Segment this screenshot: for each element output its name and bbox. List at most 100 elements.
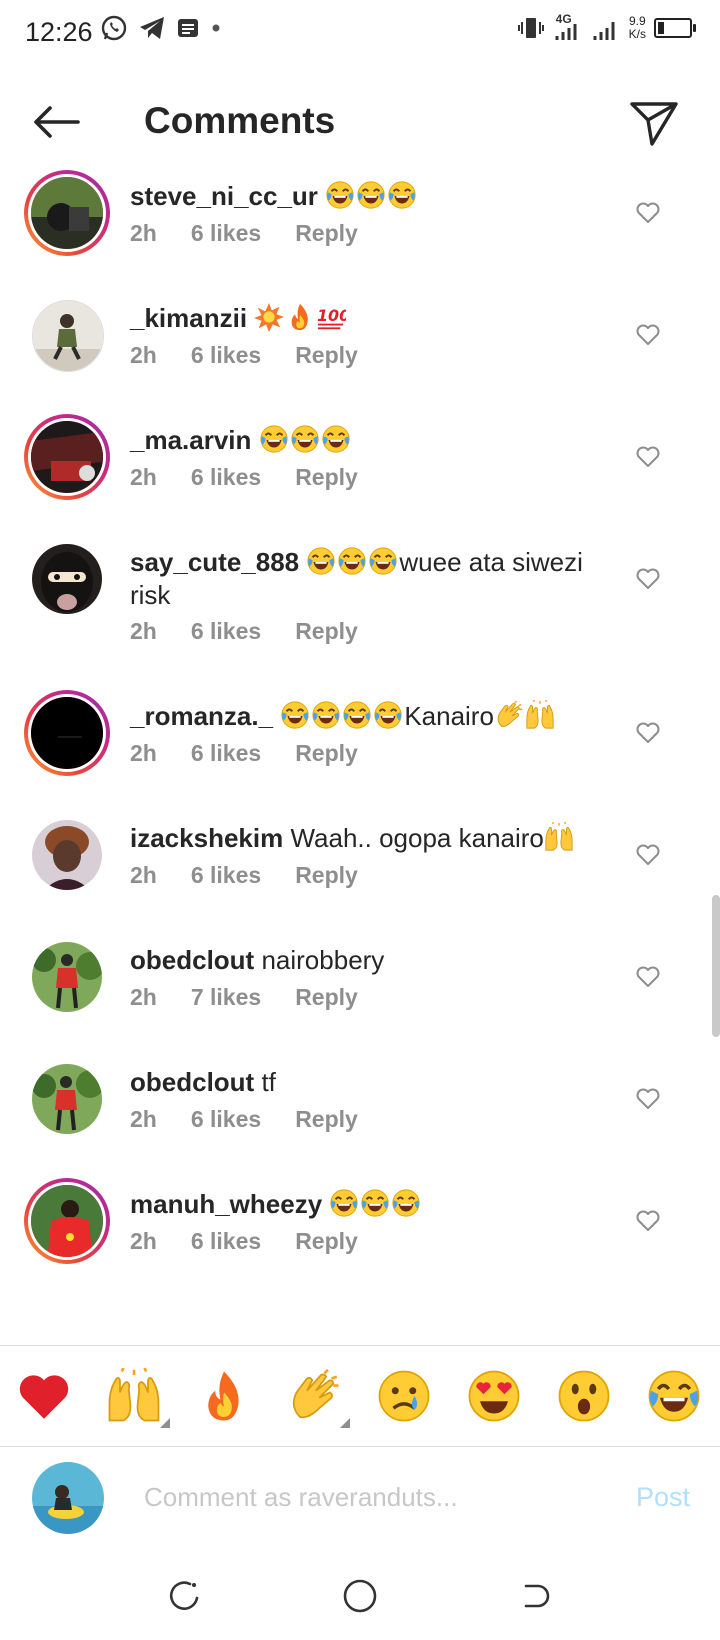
reply-button[interactable]: Reply [295,220,358,246]
reply-button[interactable]: Reply [295,984,358,1010]
tears-of-joy-emoji [368,546,398,576]
comment-username[interactable]: obedclout [130,945,254,975]
comment-time: 2h [130,740,157,766]
battery-icon [654,18,696,38]
avatar-story-ring[interactable] [24,1178,110,1264]
clapping-hands-emoji-button[interactable] [286,1368,342,1424]
share-send-icon[interactable] [626,94,682,150]
comment-text: Waah.. ogopa kanairo [290,823,544,853]
comment-username[interactable]: say_cute_888 [130,547,299,577]
like-heart-icon[interactable] [634,320,662,348]
avatar [28,694,106,772]
tears-of-joy-emoji [325,180,355,210]
tears-of-joy-emoji [259,424,289,454]
like-heart-icon[interactable] [634,198,662,226]
crying-face-emoji-button[interactable] [376,1368,432,1424]
comment-time: 2h [130,342,157,368]
like-heart-icon[interactable] [634,564,662,592]
like-heart-icon[interactable] [634,840,662,868]
whatsapp-icon [101,15,127,41]
back-nav-icon[interactable] [512,1572,560,1620]
raising-hands-emoji-button[interactable] [106,1368,162,1424]
tears-of-joy-emoji [329,1188,359,1218]
tears-of-joy-emoji [360,1188,390,1218]
red-heart-emoji-button[interactable] [16,1368,72,1424]
tears-of-joy-emoji [280,700,310,730]
tears-of-joy-emoji [306,546,336,576]
news-icon [178,19,198,37]
astonished-face-emoji-button[interactable] [556,1368,612,1424]
reply-button[interactable]: Reply [295,862,358,888]
comment-likes[interactable]: 6 likes [191,740,261,766]
fire-emoji-button[interactable] [196,1368,252,1424]
home-icon[interactable] [336,1572,384,1620]
tears-of-joy-emoji [342,700,372,730]
comment-username[interactable]: obedclout [130,1067,254,1097]
reply-button[interactable]: Reply [295,464,358,490]
raising-hands-emoji [525,700,555,730]
comment-likes[interactable]: 6 likes [191,1228,261,1254]
like-heart-icon[interactable] [634,442,662,470]
back-arrow-icon[interactable] [28,98,84,146]
comment-likes[interactable]: 6 likes [191,342,261,368]
like-heart-icon[interactable] [634,1206,662,1234]
comment-input[interactable] [144,1482,564,1513]
avatar-story-ring[interactable] [24,690,110,776]
recent-apps-icon[interactable] [160,1572,208,1620]
reply-button[interactable]: Reply [295,1106,358,1132]
comment-time: 2h [130,862,157,888]
comment-likes[interactable]: 6 likes [191,220,261,246]
avatar-wrap[interactable] [24,934,110,1020]
comment-time: 2h [130,1228,157,1254]
signal-4g-icon: 4G [553,12,583,42]
comment-likes[interactable]: 6 likes [191,464,261,490]
notification-dot-icon [212,24,220,32]
avatar [32,300,104,372]
comment-username[interactable]: steve_ni_cc_ur [130,181,318,211]
avatar-wrap[interactable] [24,292,110,378]
comment-username[interactable]: manuh_wheezy [130,1189,322,1219]
avatar [32,942,102,1012]
signal-bars-icon [593,22,615,40]
comment-username[interactable]: izackshekim [130,823,283,853]
avatar-wrap[interactable] [24,536,110,622]
avatar [32,1064,102,1134]
post-button[interactable]: Post [636,1482,690,1513]
telegram-icon [140,17,164,39]
current-user-avatar [32,1462,104,1534]
like-heart-icon[interactable] [634,1084,662,1112]
avatar [32,820,102,890]
status-bar: 12:26 4G 9.9 K/s [0,0,720,68]
avatar-story-ring[interactable] [24,414,110,500]
comment-likes[interactable]: 6 likes [191,618,261,644]
comment-likes[interactable]: 6 likes [191,1106,261,1132]
header: Comments [0,80,720,164]
avatar-wrap[interactable] [24,1056,110,1142]
reply-button[interactable]: Reply [295,1228,358,1254]
hundred-points-emoji [316,302,346,332]
comment-time: 2h [130,220,157,246]
tears-of-joy-emoji [373,700,403,730]
reply-button[interactable]: Reply [295,342,358,368]
reply-button[interactable]: Reply [295,618,358,644]
avatar [32,544,102,614]
tears-of-joy-emoji [387,180,417,210]
comment-likes[interactable]: 7 likes [191,984,261,1010]
scrollbar[interactable] [712,895,720,1037]
tears-of-joy-emoji-button[interactable] [646,1368,702,1424]
reply-button[interactable]: Reply [295,740,358,766]
avatar-story-ring[interactable] [24,170,110,256]
tears-of-joy-emoji [321,424,351,454]
comment-username[interactable]: _kimanzii [130,303,247,333]
avatar-wrap[interactable] [24,812,110,898]
comment-username[interactable]: _ma.arvin [130,425,251,455]
like-heart-icon[interactable] [634,718,662,746]
status-time: 12:26 [25,17,93,47]
heart-eyes-emoji-button[interactable] [466,1368,522,1424]
comment-text: Kanairo [404,701,494,731]
network-speed: 9.9 K/s [628,14,646,41]
fire-emoji [285,302,315,332]
comment-username[interactable]: _romanza._ [130,701,273,731]
like-heart-icon[interactable] [634,962,662,990]
comment-likes[interactable]: 6 likes [191,862,261,888]
